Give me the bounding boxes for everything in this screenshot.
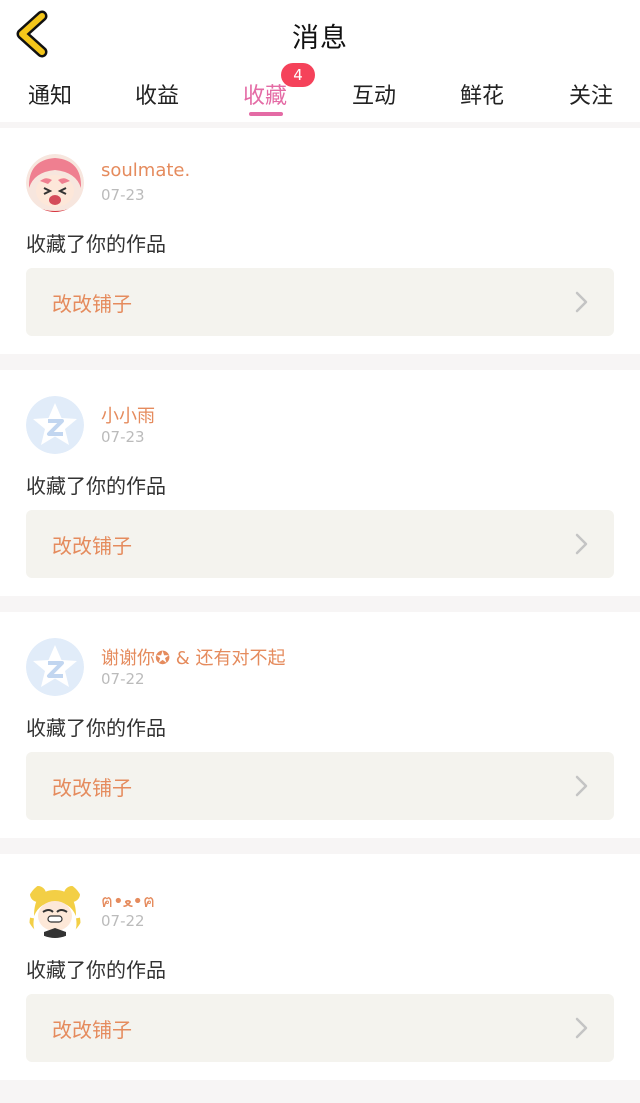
work-title: 改改铺子 (52, 292, 132, 316)
tab-interactions[interactable]: 互动 (324, 78, 424, 110)
message-card: 谢谢你✪ & 还有对不起 07-22 收藏了你的作品 改改铺子 (0, 612, 640, 838)
message-date: 07-23 (101, 428, 145, 446)
message-card: 小小雨 07-23 收藏了你的作品 改改铺子 (0, 370, 640, 596)
avatar[interactable] (26, 638, 84, 696)
page-title: 消息 (292, 23, 348, 54)
avatar[interactable] (26, 396, 84, 454)
avatar[interactable] (26, 880, 84, 938)
chevron-right-icon (575, 1017, 588, 1039)
sailor-moon-avatar-icon (26, 880, 84, 938)
message-card: ฅ•ﻌ•ฅ 07-22 收藏了你的作品 改改铺子 (0, 854, 640, 1080)
action-text: 收藏了你的作品 (26, 958, 166, 982)
chevron-right-icon (575, 533, 588, 555)
message-date: 07-22 (101, 912, 145, 930)
default-qzone-avatar-icon (26, 638, 84, 696)
user-name[interactable]: soulmate. (101, 160, 190, 181)
work-link[interactable]: 改改铺子 (26, 268, 614, 336)
message-date: 07-23 (101, 186, 145, 204)
user-name[interactable]: 谢谢你✪ & 还有对不起 (101, 644, 286, 670)
chevron-right-icon (575, 291, 588, 313)
work-title: 改改铺子 (52, 1018, 132, 1042)
user-name[interactable]: 小小雨 (101, 402, 155, 428)
work-link[interactable]: 改改铺子 (26, 994, 614, 1062)
favorites-count-badge: 4 (281, 63, 315, 87)
work-title: 改改铺子 (52, 534, 132, 558)
work-link[interactable]: 改改铺子 (26, 510, 614, 578)
message-card: soulmate. 07-23 收藏了你的作品 改改铺子 (0, 128, 640, 354)
tab-earnings[interactable]: 收益 (107, 78, 207, 110)
active-tab-indicator (249, 112, 283, 116)
anime-girl-avatar-icon (26, 154, 84, 212)
tab-follows[interactable]: 关注 (541, 78, 640, 110)
header: 消息 (0, 0, 640, 73)
work-title: 改改铺子 (52, 776, 132, 800)
work-link[interactable]: 改改铺子 (26, 752, 614, 820)
message-date: 07-22 (101, 670, 145, 688)
action-text: 收藏了你的作品 (26, 716, 166, 740)
action-text: 收藏了你的作品 (26, 474, 166, 498)
tab-bar: 通知 收益 收藏 互动 鲜花 关注 4 (0, 63, 640, 122)
action-text: 收藏了你的作品 (26, 232, 166, 256)
user-name[interactable]: ฅ•ﻌ•ฅ (101, 886, 155, 915)
tab-notifications[interactable]: 通知 (0, 78, 100, 110)
avatar[interactable] (26, 154, 84, 212)
chevron-right-icon (575, 775, 588, 797)
default-qzone-avatar-icon (26, 396, 84, 454)
tab-flowers[interactable]: 鲜花 (432, 78, 532, 110)
